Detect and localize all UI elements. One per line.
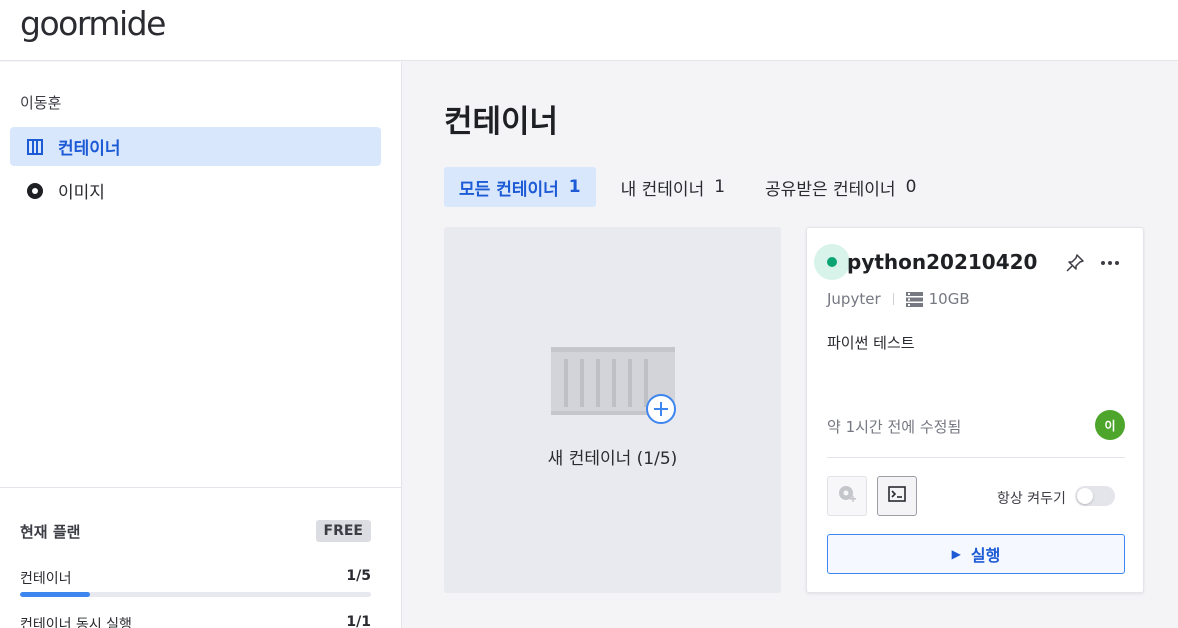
container-tabs: 모든 컨테이너 1 내 컨테이너 1 공유받은 컨테이너 0 bbox=[444, 167, 941, 207]
toggle-knob bbox=[1077, 488, 1093, 504]
always-on-label: 항상 켜두기 bbox=[997, 491, 1066, 507]
pin-icon[interactable] bbox=[1065, 253, 1085, 273]
tab-count: 1 bbox=[714, 177, 726, 197]
goormide-logo[interactable]: goormide bbox=[20, 4, 166, 43]
storage-icon bbox=[905, 291, 923, 307]
tab-shared-containers[interactable]: 공유받은 컨테이너 0 bbox=[750, 167, 931, 207]
container-description: 파이썬 테스트 bbox=[827, 334, 915, 352]
disk-add-icon bbox=[837, 484, 857, 508]
top-header: goormide bbox=[0, 0, 1178, 61]
tab-all-containers[interactable]: 모든 컨테이너 1 bbox=[444, 167, 596, 207]
tab-my-containers[interactable]: 내 컨테이너 1 bbox=[606, 167, 740, 207]
meta-separator bbox=[892, 293, 894, 305]
image-disk-icon bbox=[26, 182, 44, 200]
disk-size: 10GB bbox=[928, 290, 970, 308]
tab-label: 공유받은 컨테이너 bbox=[765, 179, 896, 200]
plan-row-value: 1/1 bbox=[346, 614, 371, 628]
container-name[interactable]: python20210420 bbox=[847, 250, 1037, 274]
card-divider bbox=[827, 457, 1125, 458]
image-export-button[interactable] bbox=[827, 476, 867, 516]
plan-row-concurrent: 컨테이너 동시 실행 1/1 bbox=[20, 614, 371, 628]
new-container-card[interactable]: 새 컨테이너 (1/5) bbox=[444, 227, 781, 593]
user-name: 이동훈 bbox=[20, 94, 62, 112]
play-icon: ▶ bbox=[951, 547, 961, 561]
owner-avatar: 이 bbox=[1095, 410, 1125, 440]
new-container-illustration bbox=[547, 345, 683, 431]
plan-row-label: 컨테이너 동시 실행 bbox=[20, 617, 132, 628]
sidebar-item-label: 이미지 bbox=[58, 183, 105, 203]
tab-label: 내 컨테이너 bbox=[620, 179, 705, 200]
plan-title: 현재 플랜 bbox=[20, 523, 81, 541]
terminal-icon bbox=[888, 486, 906, 506]
container-meta: Jupyter 10GB bbox=[827, 290, 970, 308]
run-button-label: 실행 bbox=[970, 546, 1001, 565]
plan-panel: 현재 플랜 FREE 컨테이너 1/5 컨테이너 동시 실행 1/1 bbox=[0, 487, 401, 628]
new-container-label: 새 컨테이너 (1/5) bbox=[547, 449, 678, 469]
updated-time: 약 1시간 전에 수정됨 bbox=[827, 418, 962, 436]
plan-row-containers: 컨테이너 1/5 bbox=[20, 568, 371, 588]
tab-count: 1 bbox=[568, 177, 581, 197]
tab-label: 모든 컨테이너 bbox=[459, 179, 559, 200]
container-card[interactable]: python20210420 Jupyter 10GB 파이썬 테스트 약 1시… bbox=[806, 227, 1144, 593]
plan-badge: FREE bbox=[315, 520, 371, 542]
tab-count: 0 bbox=[905, 177, 917, 197]
stack-label: Jupyter bbox=[827, 290, 881, 308]
plan-progress-fill bbox=[20, 592, 91, 597]
plan-progress-bar bbox=[20, 592, 371, 597]
more-options-icon[interactable] bbox=[1099, 253, 1121, 273]
status-indicator bbox=[814, 244, 850, 280]
sidebar-item-label: 컨테이너 bbox=[58, 139, 121, 159]
page-title: 컨테이너 bbox=[444, 104, 559, 140]
running-status-dot bbox=[827, 257, 837, 267]
container-icon bbox=[26, 138, 44, 156]
run-button[interactable]: ▶ 실행 bbox=[827, 534, 1125, 574]
sidebar: 이동훈 컨테이너 이미지 현재 플랜 FREE 컨테이너 1/5 컨테이너 동시… bbox=[0, 62, 402, 628]
sidebar-item-containers[interactable]: 컨테이너 bbox=[10, 127, 381, 166]
plan-row-label: 컨테이너 bbox=[20, 571, 72, 587]
plan-row-value: 1/5 bbox=[346, 568, 371, 584]
terminal-button[interactable] bbox=[877, 476, 917, 516]
always-on-toggle[interactable] bbox=[1075, 486, 1115, 506]
main-content: 컨테이너 모든 컨테이너 1 내 컨테이너 1 공유받은 컨테이너 0 새 컨테… bbox=[402, 62, 1178, 628]
sidebar-item-images[interactable]: 이미지 bbox=[10, 171, 381, 210]
